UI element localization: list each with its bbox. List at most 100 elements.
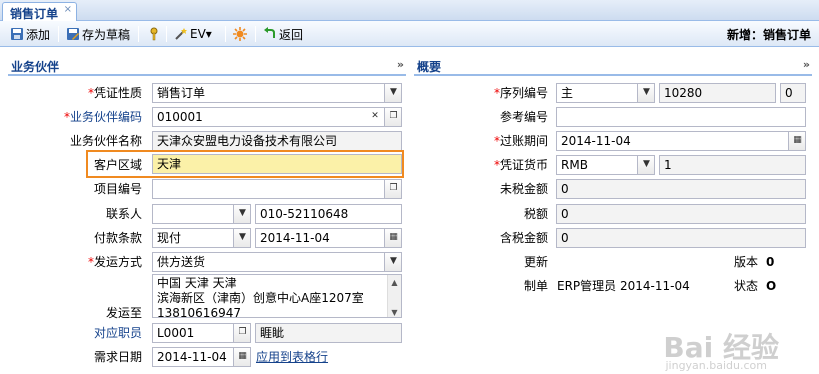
sun-gear-icon (233, 27, 247, 41)
with-tax-field: 0 (556, 228, 806, 248)
payment-terms-select[interactable]: 现付 ▼ (152, 228, 251, 248)
clear-icon[interactable]: ✕ (366, 108, 384, 126)
wand-icon (175, 28, 187, 40)
dropdown-arrow-icon[interactable]: ▼ (384, 253, 401, 271)
watermark-url: jingyan.baidu.com (665, 359, 767, 372)
save-draft-label: 存为草稿 (82, 27, 131, 42)
ship-to-label: 发运至 (105, 306, 142, 320)
version-label: 版本 (734, 255, 759, 269)
ship-to-address[interactable]: 中国 天津 天津 滨海新区（津南）创意中心A座1207室 13810616947… (152, 274, 402, 318)
currency-value: RMB (561, 158, 588, 172)
voucher-type-label: *凭证性质 (87, 86, 142, 100)
save-disk-icon (11, 28, 23, 40)
draft-icon (67, 28, 79, 40)
tab-sales-order[interactable]: 销售订单 × (2, 2, 77, 21)
address-line: 13810616947 (157, 306, 241, 318)
payment-terms-label: 付款条款 (93, 231, 142, 245)
copy-icon[interactable]: ❐ (233, 324, 250, 342)
address-line: 中国 天津 天津 (157, 276, 237, 290)
pre-tax-field: 0 (556, 179, 806, 199)
creator-value: ERP管理员 2014-11-04 (557, 279, 690, 293)
partner-code-label: *业务伙伴编码 (63, 110, 142, 124)
settings-button[interactable] (233, 25, 249, 43)
toolbar-separator (225, 26, 226, 42)
ev-menu-button[interactable]: EV▾ (174, 25, 212, 43)
dropdown-arrow-icon[interactable]: ▼ (637, 84, 654, 102)
voucher-type-select[interactable]: 销售订单 ▼ (152, 83, 402, 103)
voucher-type-value: 销售订单 (157, 86, 206, 100)
tab-title: 销售订单 (10, 7, 59, 21)
mode-indicator: 新增：销售订单 (726, 28, 811, 42)
collapse-icon[interactable]: » (803, 58, 810, 71)
apply-to-rows-link[interactable]: 应用到表格行 (256, 348, 328, 366)
shipping-method-label: *发运方式 (87, 255, 142, 269)
serial-number-field: 10280 (659, 83, 776, 103)
project-no-label: 项目编号 (93, 182, 142, 196)
tab-bar: 销售订单 × (0, 0, 819, 21)
calendar-icon[interactable]: ▦ (384, 229, 401, 247)
address-line: 滨海新区（津南）创意中心A座1207室 (157, 291, 364, 305)
project-no-field[interactable]: ❐ (152, 179, 402, 199)
status-value: O (766, 279, 777, 293)
close-icon[interactable]: × (64, 4, 72, 15)
payment-date-value: 2014-11-04 (260, 231, 330, 245)
staff-label[interactable]: 对应职员 (2, 324, 142, 342)
dropdown-arrow-icon[interactable]: ▼ (384, 84, 401, 102)
add-label: 添加 (26, 27, 51, 42)
contact-select[interactable]: ▼ (152, 204, 251, 224)
payment-date-field[interactable]: 2014-11-04 ▦ (255, 228, 402, 248)
dropdown-arrow-icon[interactable]: ▼ (637, 156, 654, 174)
status-label: 状态 (734, 279, 759, 293)
serial-prefix-value: 主 (561, 86, 574, 100)
version-value: 0 (766, 255, 775, 269)
toolbar-separator (138, 26, 139, 42)
staff-value: L0001 (157, 326, 195, 340)
shipping-method-value: 供方送货 (157, 255, 206, 269)
serial-prefix-select[interactable]: 主 ▼ (556, 83, 655, 103)
post-period-value: 2014-11-04 (561, 134, 631, 148)
toolbar-separator (166, 26, 167, 42)
section-title: 概要 (417, 60, 442, 74)
partner-name-field[interactable]: 天津众安盟电力设备技术有限公司 (152, 131, 402, 151)
currency-select[interactable]: RMB ▼ (556, 155, 655, 175)
collapse-icon[interactable]: » (397, 58, 404, 71)
ref-no-field[interactable] (556, 107, 806, 127)
back-label: 返回 (279, 27, 304, 42)
update-label: 更新 (523, 255, 548, 269)
scrollbar[interactable]: ▲ ▼ (387, 275, 401, 317)
section-header-summary: 概要 » (414, 58, 812, 76)
required-date-label: 需求日期 (93, 350, 142, 364)
toolbar-separator (255, 26, 256, 42)
ref-no-label: 参考编号 (499, 110, 548, 124)
contact-phone-field[interactable]: 010-52110648 (255, 204, 402, 224)
with-tax-label: 含税金额 (499, 231, 548, 245)
back-arrow-icon (264, 27, 275, 38)
toolbar-separator (58, 26, 59, 42)
partner-code-value: 010001 (157, 110, 203, 124)
add-button[interactable]: 添加 (10, 25, 50, 43)
required-date-field[interactable]: 2014-11-04 ▦ (152, 347, 251, 367)
tax-label: 税额 (523, 207, 548, 221)
customer-region-field[interactable]: 天津 (152, 154, 402, 174)
post-period-field[interactable]: 2014-11-04 ▦ (556, 131, 806, 151)
copy-icon[interactable]: ❐ (384, 108, 401, 126)
partner-code-field[interactable]: 010001 ✕ ❐ (152, 107, 402, 127)
dropdown-arrow-icon[interactable]: ▼ (233, 205, 250, 223)
section-header-partner: 业务伙伴 » (8, 58, 406, 76)
back-button[interactable]: 返回 (263, 25, 303, 43)
calendar-icon[interactable]: ▦ (233, 348, 250, 366)
exchange-rate-field: 1 (659, 155, 806, 175)
serial-label: *序列编号 (493, 86, 548, 100)
tax-field: 0 (556, 204, 806, 224)
staff-field[interactable]: L0001 ❐ (152, 323, 251, 343)
customer-region-label: 客户区域 (93, 158, 142, 172)
save-draft-button[interactable]: 存为草稿 (66, 25, 130, 43)
contact-label: 联系人 (105, 207, 142, 221)
dropdown-arrow-icon[interactable]: ▼ (233, 229, 250, 247)
key-button[interactable] (147, 25, 163, 43)
shipping-method-select[interactable]: 供方送货 ▼ (152, 252, 402, 272)
section-title: 业务伙伴 (11, 60, 60, 74)
calendar-icon[interactable]: ▦ (788, 132, 805, 150)
payment-terms-value: 现付 (157, 231, 182, 245)
copy-icon[interactable]: ❐ (384, 180, 401, 198)
